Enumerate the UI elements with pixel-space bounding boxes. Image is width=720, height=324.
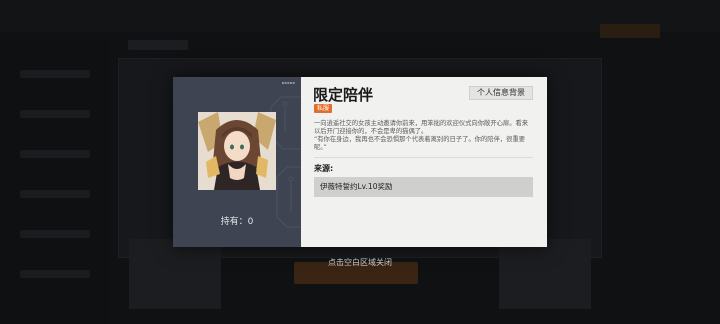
close-hint: 点击空白区域关闭 (328, 258, 392, 267)
character-portrait-image (198, 112, 276, 190)
source-label: 来源: (314, 164, 334, 173)
background-title (128, 40, 188, 50)
divider (314, 157, 533, 158)
background-sidebar-item (20, 150, 90, 158)
held-value: 0 (247, 217, 254, 227)
background-sidebar-item (20, 270, 90, 278)
background-sidebar-item (20, 230, 90, 238)
item-detail-modal: ▪▪▪▪▪ 持有：0 限定陪伴 个人信息背景 私服 一向逍遥社交的女孩主动邀请你… (173, 77, 547, 247)
background-sidebar-item (20, 70, 90, 78)
character-portrait (198, 112, 276, 190)
description-line: “有你在身边，我再也不会恐惧那个代表着离别的日子了。你的陪伴，很重要呢。” (314, 136, 526, 151)
corner-decoration: ▪▪▪▪▪ (281, 80, 295, 85)
description-line: 一向逍遥社交的女孩主动邀请你前来，用笨拙的欢迎仪式向你敞开心扉。看来以后开门迎接… (314, 120, 529, 135)
held-label: 持有： (220, 217, 248, 227)
held-count: 持有：0 (173, 214, 301, 227)
rarity-badge: 私服 (314, 104, 333, 113)
background-sidebar-item (20, 110, 90, 118)
background-card (129, 239, 221, 309)
item-description: 一向逍遥社交的女孩主动邀请你前来，用笨拙的欢迎仪式向你敞开心扉。看来以后开门迎接… (314, 120, 534, 152)
background-card (499, 239, 591, 309)
item-preview-panel: ▪▪▪▪▪ 持有：0 (173, 77, 301, 247)
background-sidebar-item (20, 190, 90, 198)
background-top-button (600, 24, 660, 38)
profile-background-button[interactable]: 个人信息背景 (469, 86, 533, 100)
item-title: 限定陪伴 (313, 86, 374, 104)
background-sidebar (0, 40, 110, 324)
item-info-panel: 限定陪伴 个人信息背景 私服 一向逍遥社交的女孩主动邀请你前来，用笨拙的欢迎仪式… (301, 77, 547, 247)
source-value: 伊薇特誓约Lv.10奖励 (314, 177, 533, 197)
